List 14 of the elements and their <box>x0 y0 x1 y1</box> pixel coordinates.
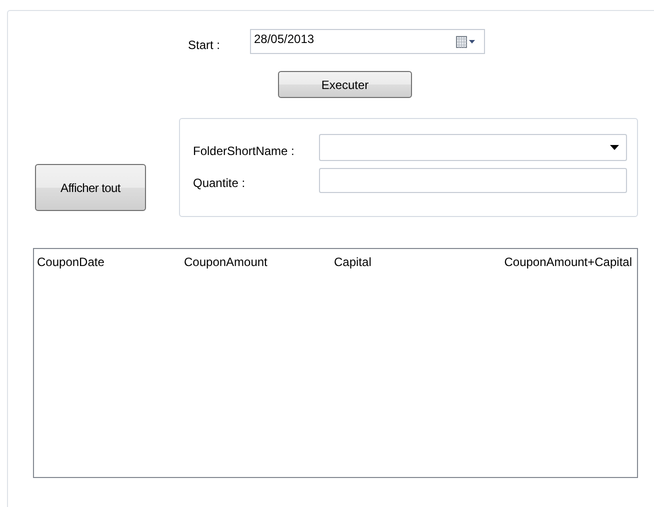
show-all-button[interactable]: Afficher tout <box>35 164 146 211</box>
column-header[interactable]: Capital <box>334 255 372 269</box>
caret-icon <box>610 145 619 150</box>
execute-button[interactable]: Executer <box>278 71 412 98</box>
column-header[interactable]: CouponAmount+Capital <box>504 255 632 269</box>
start-label: Start : <box>188 38 222 52</box>
calendar-dropdown-icon[interactable] <box>456 36 476 48</box>
input-field[interactable] <box>319 168 627 193</box>
field-label: Quantite : <box>193 176 246 192</box>
field-label: FolderShortName : <box>193 144 296 160</box>
folder-combo[interactable] <box>319 134 627 161</box>
date-field[interactable]: 28/05/2013 <box>250 29 485 54</box>
column-header[interactable]: CouponDate <box>37 255 104 269</box>
column-header[interactable]: CouponAmount <box>184 255 268 269</box>
